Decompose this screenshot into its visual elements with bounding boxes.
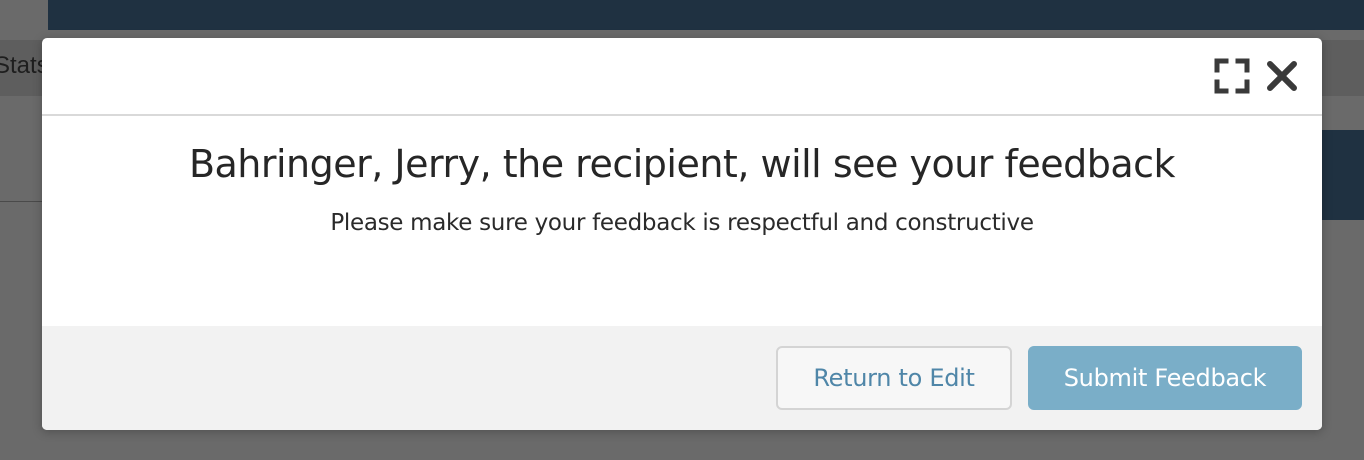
feedback-confirm-modal: Bahringer, Jerry, the recipient, will se… [42, 38, 1322, 430]
modal-body: Bahringer, Jerry, the recipient, will se… [42, 116, 1322, 324]
modal-footer: Return to Edit Submit Feedback [42, 326, 1322, 430]
close-icon[interactable] [1264, 58, 1300, 94]
page: Stats Bahringer, Jerry, the recipient, w… [0, 0, 1364, 460]
return-to-edit-button[interactable]: Return to Edit [776, 346, 1012, 410]
background-left-strip [0, 0, 48, 30]
modal-header-controls [1214, 58, 1300, 94]
modal-title: Bahringer, Jerry, the recipient, will se… [188, 142, 1176, 186]
background-top-bar [48, 0, 1364, 30]
modal-header [42, 38, 1322, 116]
submit-feedback-button[interactable]: Submit Feedback [1028, 346, 1302, 410]
background-divider [0, 201, 42, 202]
expand-icon[interactable] [1214, 58, 1250, 94]
modal-subtitle: Please make sure your feedback is respec… [330, 210, 1034, 236]
